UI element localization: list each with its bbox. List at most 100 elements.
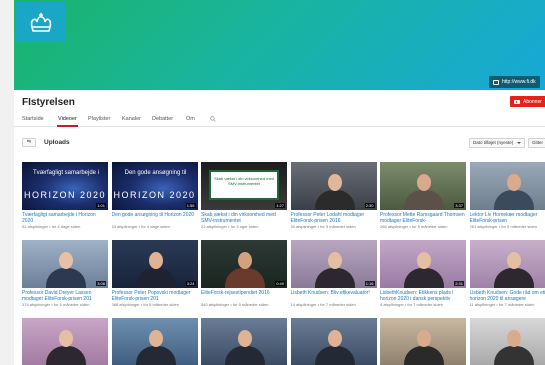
video-title[interactable]: Professor Peter Lodahl modtager EliteFor… bbox=[291, 212, 377, 224]
tab-kanaler[interactable]: Kanaler bbox=[122, 116, 141, 122]
video-thumbnail[interactable]: 3:24 bbox=[111, 240, 198, 288]
video-card[interactable]: 0:49 EliteForsk-rejsestipendiet 2016 540 a… bbox=[201, 240, 287, 307]
video-thumbnail[interactable]: Skab vækst i din virksomhed med SMV-inst… bbox=[201, 162, 287, 210]
video-thumbnail[interactable]: 2:31 bbox=[380, 240, 466, 288]
video-title[interactable]: Tværfagligt samarbejde i Horizon 2020 bbox=[22, 212, 108, 224]
person-figure bbox=[404, 346, 444, 365]
video-card[interactable] bbox=[380, 318, 466, 365]
tab-om[interactable]: Om bbox=[186, 116, 195, 122]
video-card[interactable]: Skab vækst i din virksomhed med SMV-inst… bbox=[201, 162, 287, 229]
video-title[interactable]: Lisbeth Knudsen: Gode råd om etik i hori… bbox=[470, 290, 545, 302]
video-thumbnail[interactable] bbox=[111, 318, 198, 365]
video-card[interactable]: Lisbeth Knudsen: Gode råd om etik i hori… bbox=[469, 240, 545, 307]
person-head bbox=[238, 252, 252, 269]
person-head bbox=[506, 330, 521, 347]
video-thumbnail[interactable] bbox=[290, 318, 377, 365]
video-meta: 63 afspilninger • for 4 dage siden bbox=[111, 224, 170, 229]
video-card[interactable]: 2:30 Professor Peter Lodahl modtager Elit… bbox=[290, 162, 377, 229]
video-duration: 1:56 bbox=[185, 203, 196, 208]
grid-view-button[interactable]: Gitter bbox=[528, 138, 545, 148]
website-icon bbox=[493, 79, 499, 85]
person-head bbox=[327, 330, 342, 347]
tab-startside[interactable]: Startside bbox=[22, 116, 44, 122]
chevron-down-icon bbox=[517, 142, 521, 144]
video-duration: 0:49 bbox=[275, 281, 285, 286]
tab-videoer[interactable]: Videoer bbox=[57, 116, 78, 127]
video-card[interactable] bbox=[22, 318, 108, 365]
video-thumbnail[interactable] bbox=[469, 318, 545, 365]
video-title[interactable]: Lektor Liv Hornekær modtager EliteForsk-… bbox=[470, 212, 545, 224]
subscribe-button[interactable]: Abonner bbox=[510, 96, 545, 107]
person-head bbox=[59, 252, 73, 269]
video-thumbnail[interactable]: 1:16 bbox=[290, 240, 377, 288]
video-meta: 4 afspilninger • for 7 måneder siden bbox=[380, 302, 443, 307]
video-duration: 1:16 bbox=[364, 281, 375, 286]
person-head bbox=[417, 330, 431, 347]
video-title[interactable]: Professor Peter Popovski modtager EliteF… bbox=[112, 290, 198, 302]
sort-dropdown[interactable]: Dato tilføjet (nyeste) bbox=[469, 138, 525, 148]
person-figure bbox=[135, 268, 176, 288]
video-duration: 1:01 bbox=[96, 203, 106, 208]
video-thumbnail[interactable]: 2:30 bbox=[290, 162, 377, 210]
video-thumbnail[interactable]: 0:49 bbox=[201, 240, 287, 288]
video-card[interactable]: 1:16 Lisbeth Knudsen: Bliv etikevaluator!… bbox=[290, 240, 377, 307]
video-card[interactable]: Den gode ansøgning til HORIZON 2020 1:56 De… bbox=[111, 162, 198, 229]
video-title[interactable]: Professor David Dreyer Lassen modtager E… bbox=[22, 290, 108, 302]
video-card[interactable]: 3:24 Professor Peter Popovski modtager El… bbox=[111, 240, 198, 307]
video-title[interactable]: Professor Mette Ramsgaard Thomsen modtag… bbox=[380, 212, 466, 224]
youtube-play-icon bbox=[514, 99, 520, 104]
video-card[interactable] bbox=[201, 318, 287, 365]
video-thumbnail[interactable] bbox=[469, 240, 545, 288]
person-figure bbox=[46, 346, 86, 365]
video-title[interactable]: EliteForsk-rejsestipendiet 2016 bbox=[201, 290, 287, 302]
banner-website-link[interactable]: http://www.fi.dk bbox=[489, 76, 540, 88]
video-thumbnail[interactable]: 3:37 bbox=[380, 162, 466, 210]
video-card[interactable]: 3:08 Professor David Dreyer Lassen modtag… bbox=[22, 240, 108, 307]
crown-logo[interactable] bbox=[16, 2, 66, 42]
video-title[interactable]: LisbethKnudsen: Etikkens plads i horizon… bbox=[380, 290, 466, 302]
video-meta: 261 afspilninger • for 5 måneder siden bbox=[469, 224, 537, 229]
video-thumbnail[interactable] bbox=[22, 318, 108, 365]
video-thumbnail[interactable] bbox=[469, 162, 545, 210]
video-meta: 50 afspilninger • for 5 måneder siden bbox=[290, 224, 356, 229]
video-meta: 388 afspilninger • for 5 måneder siden bbox=[111, 302, 179, 307]
person-head bbox=[148, 330, 163, 347]
uploads-toggle-button[interactable]: ⇆ bbox=[22, 138, 36, 147]
video-title[interactable]: Lisbeth Knudsen: Bliv etikevaluator! bbox=[291, 290, 377, 302]
video-meta: 11 afspilninger • for 7 måneder siden bbox=[469, 302, 535, 307]
video-thumbnail[interactable]: 3:08 bbox=[22, 240, 108, 288]
video-card[interactable]: 2:31 LisbethKnudsen: Etikkens plads i hor… bbox=[380, 240, 466, 307]
tab-debatter[interactable]: Debatter bbox=[152, 116, 173, 122]
person-figure bbox=[314, 190, 355, 210]
video-thumbnail[interactable]: Den gode ansøgning til HORIZON 2020 1:56 bbox=[111, 162, 198, 210]
person-head bbox=[59, 330, 73, 347]
video-card[interactable] bbox=[111, 318, 198, 365]
video-title[interactable]: Den gode ansøgning til Horizon 2020 bbox=[112, 212, 198, 224]
video-title[interactable]: Skab vækst i din virksomhed med SMV-inst… bbox=[201, 212, 287, 224]
video-duration: 2:31 bbox=[454, 281, 464, 286]
video-duration: 1:27 bbox=[275, 203, 285, 208]
person-head bbox=[238, 330, 252, 347]
person-head bbox=[148, 252, 163, 269]
person-figure bbox=[493, 346, 534, 365]
video-card[interactable] bbox=[469, 318, 545, 365]
video-card[interactable]: Lektor Liv Hornekær modtager EliteForsk-… bbox=[469, 162, 545, 229]
video-meta: 52 afspilninger • for 4 dage siden bbox=[22, 224, 81, 229]
video-thumbnail[interactable] bbox=[201, 318, 287, 365]
video-duration: 3:08 bbox=[96, 281, 106, 286]
tab-playlister[interactable]: Playlister bbox=[88, 116, 110, 122]
video-thumbnail[interactable] bbox=[380, 318, 466, 365]
person-figure bbox=[314, 346, 355, 365]
uploads-header: ⇆ Uploads Dato tilføjet (nyeste) Gitter bbox=[14, 133, 545, 153]
person-figure bbox=[404, 190, 444, 210]
person-figure bbox=[135, 346, 176, 365]
person-head bbox=[506, 174, 521, 191]
person-head bbox=[327, 252, 342, 269]
search-icon[interactable] bbox=[210, 116, 216, 122]
person-figure bbox=[314, 268, 355, 288]
channel-tabs: Startside Videoer Playlister Kanaler Deb… bbox=[14, 113, 545, 127]
video-card[interactable] bbox=[290, 318, 377, 365]
video-card[interactable]: Tværfagligt samarbejde i HORIZON 2020 1:01… bbox=[22, 162, 108, 229]
video-thumbnail[interactable]: Tværfagligt samarbejde i HORIZON 2020 1:01 bbox=[22, 162, 108, 210]
video-card[interactable]: 3:37 Professor Mette Ramsgaard Thomsen mo… bbox=[380, 162, 466, 229]
